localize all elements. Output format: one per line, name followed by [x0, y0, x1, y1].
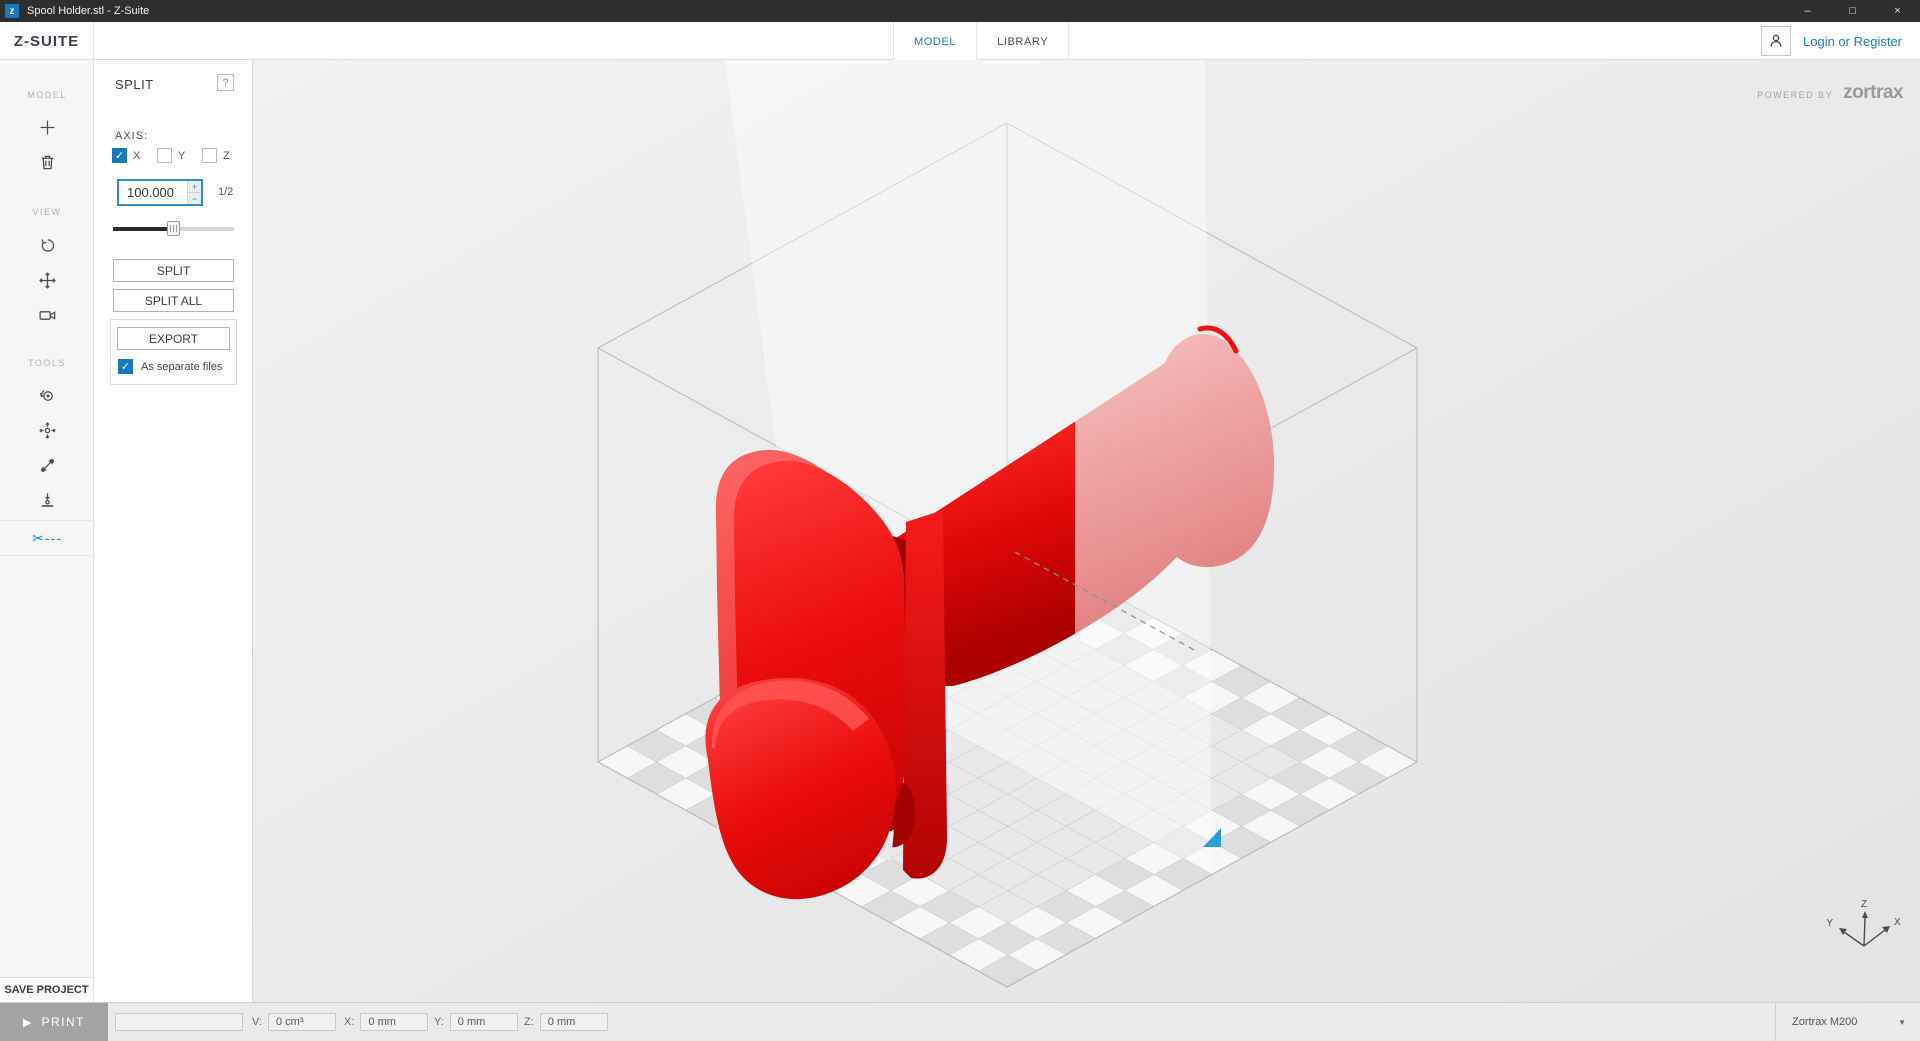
plus-icon: [38, 118, 57, 137]
axis-x-label: X: [133, 150, 140, 162]
scale-tool-button[interactable]: [0, 450, 94, 480]
window-title: Spool Holder.stl - Z-Suite: [27, 5, 149, 17]
panel-title: SPLIT: [115, 77, 154, 92]
help-button[interactable]: ?: [217, 74, 234, 91]
divider: [0, 555, 94, 556]
fraction-label: 1/2: [218, 186, 233, 198]
maximize-button[interactable]: □: [1830, 0, 1875, 22]
volume-value: 0 cm³: [268, 1013, 336, 1031]
zsuite-logo: Z-SUITE: [0, 22, 94, 60]
axis-x-checkbox[interactable]: ✓ X: [112, 148, 157, 163]
split-position-field: + −: [117, 179, 203, 206]
split-tool-button[interactable]: ✂---: [0, 523, 94, 553]
place-on-bed-button[interactable]: [0, 485, 94, 515]
tools-section-label: TOOLS: [0, 358, 94, 368]
y-dim-label: Y:: [434, 1016, 444, 1028]
minimize-button[interactable]: –: [1785, 0, 1830, 22]
3d-scene[interactable]: Z Y X: [253, 60, 1920, 1002]
printer-selector[interactable]: Zortrax M200 ▼: [1775, 1003, 1920, 1041]
rotate-tool-button[interactable]: [0, 380, 94, 410]
export-option-label: As separate files: [141, 361, 222, 373]
axis-y-label: Y: [178, 150, 185, 162]
axis-y-checkbox[interactable]: Y: [157, 148, 202, 163]
check-icon: ✓: [121, 360, 130, 373]
export-separate-files-checkbox[interactable]: ✓ As separate files: [118, 359, 222, 374]
move-tool-icon: [38, 421, 57, 440]
split-position-slider[interactable]: [113, 221, 234, 236]
window-title-bar: z Spool Holder.stl - Z-Suite – □ ×: [0, 0, 1920, 22]
trash-icon: [38, 153, 57, 172]
y-dim-value: 0 mm: [450, 1013, 518, 1031]
move-tool-button[interactable]: [0, 415, 94, 445]
view-section-label: VIEW: [0, 207, 94, 217]
axis-z-checkbox[interactable]: Z: [202, 148, 247, 163]
x-dim-value: 0 mm: [360, 1013, 428, 1031]
model-section-label: MODEL: [0, 90, 94, 100]
delete-model-button[interactable]: [0, 147, 94, 177]
z-dim-label: Z:: [524, 1016, 534, 1028]
drop-to-bed-icon: [38, 491, 57, 510]
z-dim-value: 0 mm: [540, 1013, 608, 1031]
viewport-3d[interactable]: Z Y X POWERED BY zortrax: [253, 60, 1920, 1002]
gizmo-y-label: Y: [1826, 918, 1833, 929]
axis-label: AXIS:: [115, 130, 148, 142]
status-bar: ▶ PRINT V: 0 cm³ X: 0 mm Y: 0 mm Z: 0 mm…: [0, 1002, 1920, 1040]
printer-name: Zortrax M200: [1792, 1016, 1898, 1028]
zortrax-brand: zortrax: [1843, 82, 1903, 104]
progress-bar: [115, 1013, 243, 1031]
divider: [0, 520, 94, 521]
pan-icon: [38, 271, 57, 290]
slider-fill: [113, 227, 174, 231]
check-icon: ✓: [115, 149, 124, 162]
rotate-view-icon: [38, 236, 57, 255]
powered-by-label: POWERED BY: [1757, 90, 1833, 100]
split-all-button[interactable]: SPLIT ALL: [113, 289, 234, 312]
x-dim-label: X:: [344, 1016, 354, 1028]
axis-z-label: Z: [223, 150, 230, 162]
powered-by: POWERED BY zortrax: [1757, 82, 1903, 104]
tool-sidebar: MODEL VIEW TOOLS: [0, 60, 94, 977]
camera-view-button[interactable]: [0, 300, 94, 330]
slider-handle[interactable]: [167, 221, 180, 236]
chevron-down-icon: ▼: [1898, 1018, 1906, 1027]
spin-down-button[interactable]: −: [187, 193, 201, 204]
volume-label: V:: [252, 1016, 262, 1028]
save-project-button[interactable]: SAVE PROJECT: [0, 977, 94, 1002]
camera-icon: [38, 306, 57, 325]
app-icon: z: [5, 4, 19, 18]
app-header: Z-SUITE MODEL LIBRARY Login or Register: [0, 22, 1920, 60]
rotate-view-button[interactable]: [0, 230, 94, 260]
export-button[interactable]: EXPORT: [117, 327, 230, 350]
tab-model[interactable]: MODEL: [893, 22, 976, 61]
split-panel: SPLIT ? AXIS: ✓ X Y Z + − 1/2 SPLIT SPLI…: [94, 60, 253, 1002]
play-icon: ▶: [23, 1016, 31, 1029]
print-label: PRINT: [41, 1015, 85, 1029]
add-model-button[interactable]: [0, 112, 94, 142]
close-button[interactable]: ×: [1875, 0, 1920, 22]
spin-up-button[interactable]: +: [187, 181, 201, 193]
split-position-input[interactable]: [119, 181, 187, 204]
account-button[interactable]: [1761, 26, 1791, 56]
export-group: EXPORT ✓ As separate files: [110, 319, 237, 385]
gizmo-x-label: X: [1894, 917, 1901, 928]
pan-view-button[interactable]: [0, 265, 94, 295]
rotate-tool-icon: [38, 386, 57, 405]
scale-tool-icon: [38, 456, 57, 475]
gizmo-z-label: Z: [1861, 899, 1867, 910]
axis-checkboxes: ✓ X Y Z: [112, 148, 247, 163]
person-icon: [1767, 32, 1785, 50]
print-button[interactable]: ▶ PRINT: [0, 1003, 108, 1041]
login-register-link[interactable]: Login or Register: [1803, 34, 1902, 49]
split-scissors-icon: ✂---: [32, 530, 62, 547]
split-button[interactable]: SPLIT: [113, 259, 234, 282]
tab-library[interactable]: LIBRARY: [976, 22, 1069, 61]
main-tabs: MODEL LIBRARY: [893, 22, 1069, 61]
